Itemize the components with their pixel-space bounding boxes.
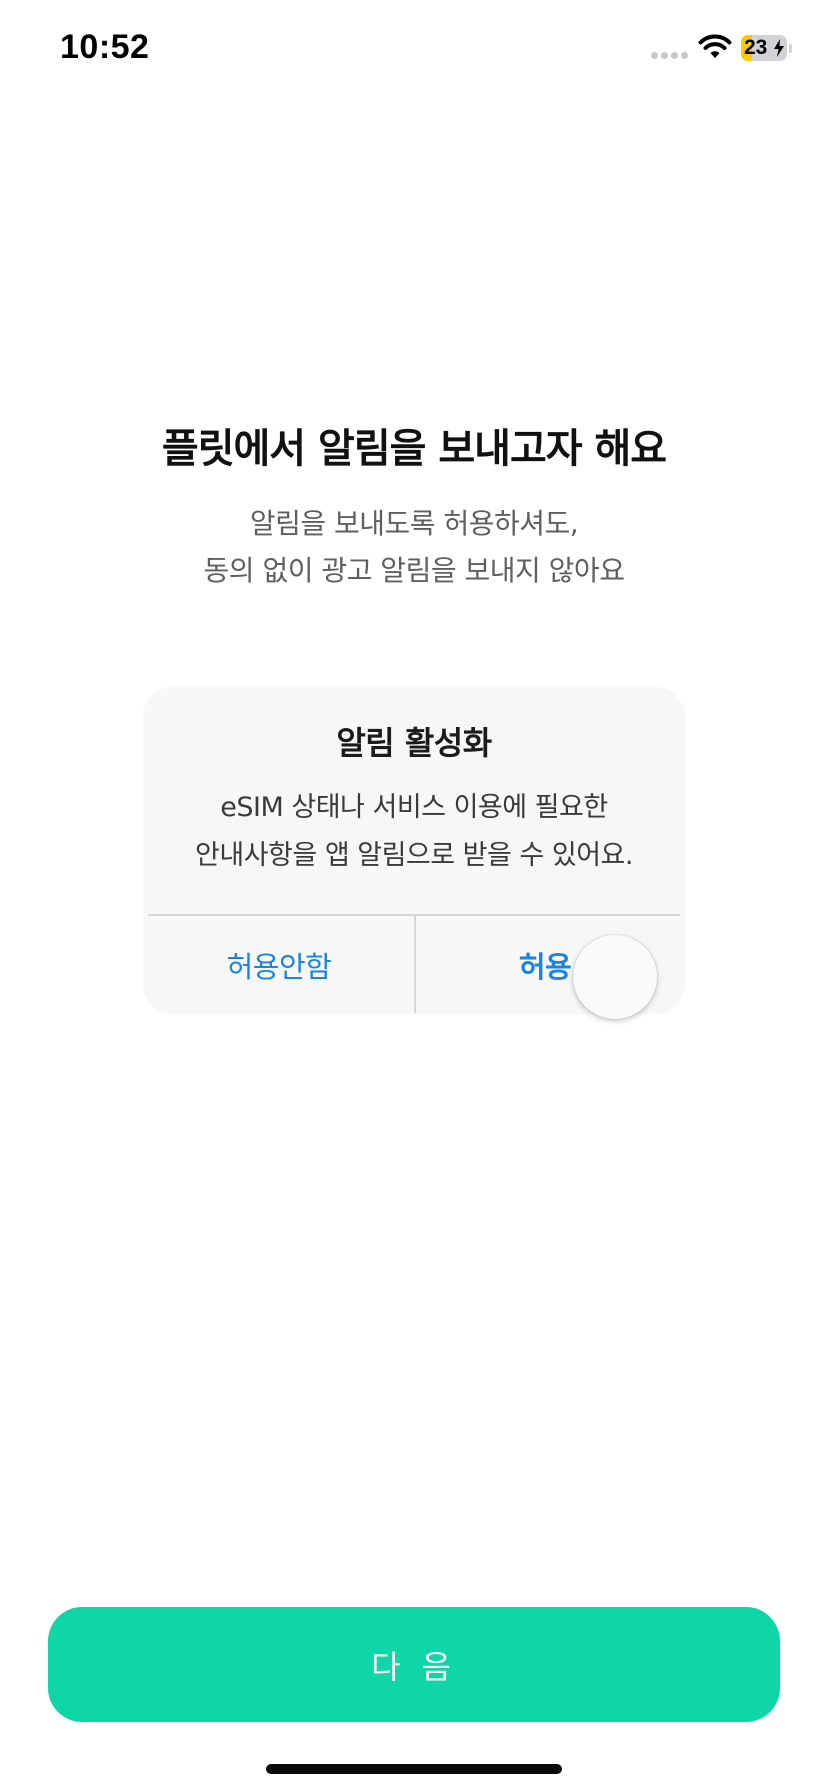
charging-bolt-icon <box>774 39 784 57</box>
battery-icon: 23 <box>741 35 792 61</box>
notification-permission-screen: 10:52 23 플릿에서 알림을 보내고자 해요 알림을 보내도록 허용하셔도… <box>0 0 828 1792</box>
description-line-1: 알림을 보내도록 허용하셔도, <box>249 507 579 540</box>
description-line-2: 동의 없이 광고 알림을 보내지 않아요 <box>203 554 625 587</box>
alert-message-line-1: eSIM 상태나 서비스 이용에 필요한 <box>220 792 608 823</box>
alert-title: 알림 활성화 <box>336 724 492 762</box>
alert-message-line-2: 안내사항을 앱 알림으로 받을 수 있어요. <box>195 840 633 871</box>
page-title: 플릿에서 알림을 보내고자 해요 <box>161 426 667 472</box>
page-description: 알림을 보내도록 허용하셔도, 동의 없이 광고 알림을 보내지 않아요 <box>0 500 828 594</box>
battery-level: 23 <box>744 36 768 59</box>
status-bar: 10:52 23 <box>0 0 828 100</box>
touch-indicator <box>573 935 657 1019</box>
cellular-signal-icon <box>651 52 688 59</box>
status-time: 10:52 <box>60 28 150 66</box>
next-button[interactable]: 다 음 <box>48 1607 780 1722</box>
deny-button[interactable]: 허용안함 <box>144 916 414 1013</box>
wifi-icon <box>698 34 732 58</box>
alert-message: eSIM 상태나 서비스 이용에 필요한 안내사항을 앱 알림으로 받을 수 있… <box>144 784 684 880</box>
home-indicator[interactable] <box>266 1764 562 1774</box>
